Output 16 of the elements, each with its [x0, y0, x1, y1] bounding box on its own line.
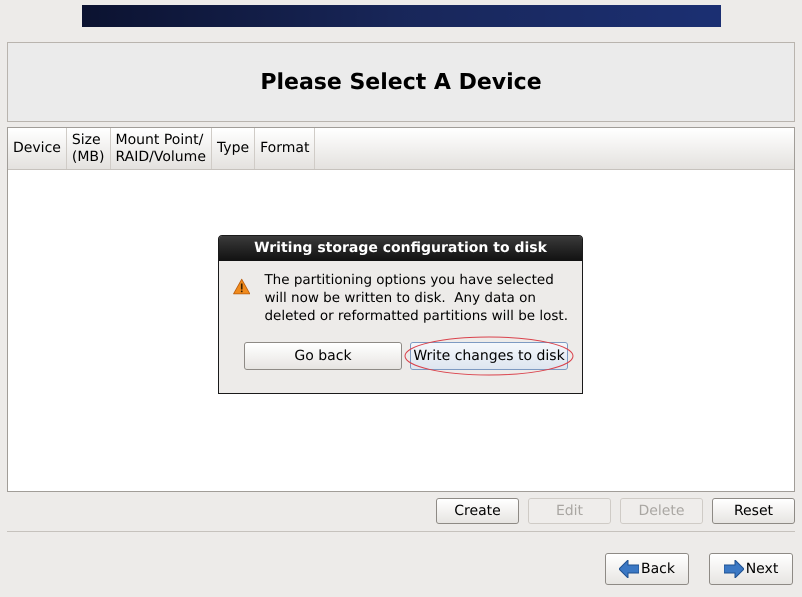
dialog-title: Writing storage configuration to disk — [254, 239, 547, 258]
dialog-button[interactable]: Go back — [244, 342, 402, 370]
page-title: Please Select A Device — [260, 68, 542, 96]
dialog-message: The partitioning options you have selected will now be written to disk. Any data on deleted or reformatted partitions will be lost. — [264, 271, 568, 325]
nav-button[interactable]: Back — [605, 553, 689, 585]
column-header[interactable]: Size (MB) — [66, 128, 110, 169]
left-arrow-icon — [619, 560, 639, 578]
right-arrow-icon — [724, 560, 744, 578]
column-header[interactable]: Type — [212, 128, 256, 169]
column-header[interactable]: Device — [8, 128, 67, 169]
nav-button[interactable]: Next — [709, 553, 793, 585]
dialog-button[interactable]: Write changes to disk — [410, 342, 568, 370]
action-button[interactable]: Reset — [712, 498, 795, 524]
column-header[interactable]: Mount Point/ RAID/Volume — [110, 128, 212, 169]
column-header[interactable]: Format — [255, 128, 316, 169]
action-button[interactable]: Create — [436, 498, 519, 524]
